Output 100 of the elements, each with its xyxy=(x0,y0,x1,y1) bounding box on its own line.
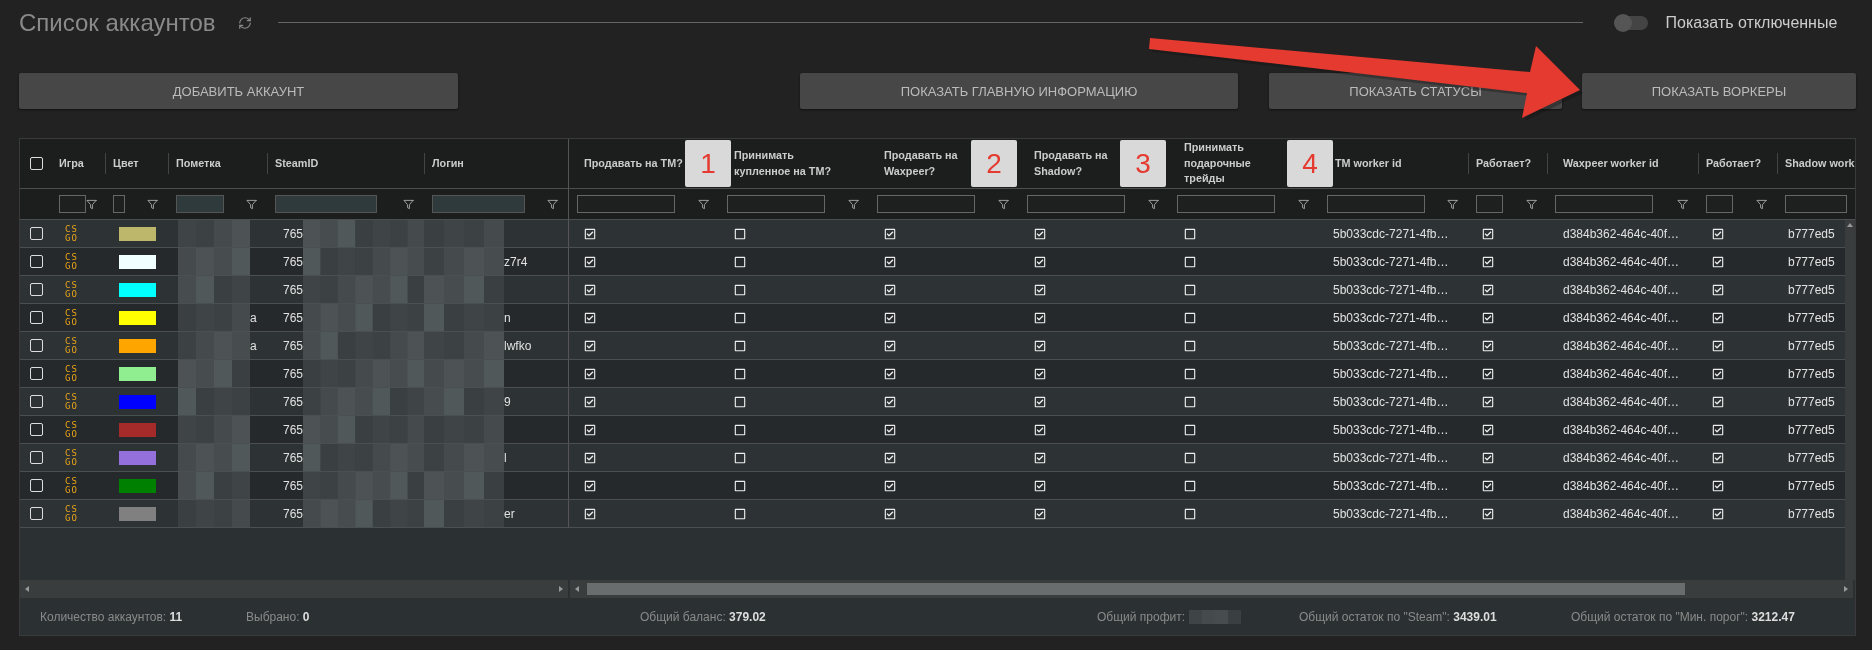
action-button[interactable]: ПОКАЗАТЬ ВОРКЕРЫ xyxy=(1582,73,1856,109)
checked-icon[interactable] xyxy=(884,227,896,240)
checked-icon[interactable] xyxy=(1712,507,1724,520)
checked-icon[interactable] xyxy=(584,367,596,380)
unchecked-icon[interactable] xyxy=(1184,255,1196,268)
checked-icon[interactable] xyxy=(1712,311,1724,324)
unchecked-icon[interactable] xyxy=(734,227,746,240)
filter-icon[interactable] xyxy=(1447,198,1458,210)
checked-icon[interactable] xyxy=(1482,311,1494,324)
checked-icon[interactable] xyxy=(1034,395,1046,408)
checked-icon[interactable] xyxy=(584,255,596,268)
refresh-icon[interactable] xyxy=(237,15,252,30)
row-checkbox[interactable] xyxy=(30,227,43,240)
row-checkbox[interactable] xyxy=(30,367,43,380)
checked-icon[interactable] xyxy=(1034,339,1046,352)
row-checkbox[interactable] xyxy=(30,479,43,492)
checked-icon[interactable] xyxy=(1482,423,1494,436)
row-checkbox[interactable] xyxy=(30,451,43,464)
checked-icon[interactable] xyxy=(584,479,596,492)
checked-icon[interactable] xyxy=(1482,227,1494,240)
unchecked-icon[interactable] xyxy=(734,507,746,520)
select-all-checkbox[interactable] xyxy=(30,157,43,170)
unchecked-icon[interactable] xyxy=(734,479,746,492)
checked-icon[interactable] xyxy=(1482,339,1494,352)
filter-field[interactable] xyxy=(1177,195,1275,213)
checked-icon[interactable] xyxy=(584,311,596,324)
unchecked-icon[interactable] xyxy=(734,423,746,436)
checked-icon[interactable] xyxy=(1034,283,1046,296)
checked-icon[interactable] xyxy=(884,367,896,380)
column-header[interactable]: Waxpeer worker id xyxy=(1563,155,1659,172)
checked-icon[interactable] xyxy=(1034,311,1046,324)
checked-icon[interactable] xyxy=(1712,451,1724,464)
checked-icon[interactable] xyxy=(1482,283,1494,296)
filter-field[interactable] xyxy=(1706,195,1733,213)
unchecked-icon[interactable] xyxy=(1184,283,1196,296)
checked-icon[interactable] xyxy=(1482,479,1494,492)
filter-field[interactable] xyxy=(1476,195,1503,213)
unchecked-icon[interactable] xyxy=(1184,479,1196,492)
column-header[interactable]: Работает? xyxy=(1706,155,1762,172)
filter-field[interactable] xyxy=(727,195,825,213)
checked-icon[interactable] xyxy=(884,423,896,436)
checked-icon[interactable] xyxy=(1712,255,1724,268)
filter-field[interactable] xyxy=(1027,195,1125,213)
unchecked-icon[interactable] xyxy=(734,339,746,352)
checked-icon[interactable] xyxy=(1034,479,1046,492)
unchecked-icon[interactable] xyxy=(734,311,746,324)
vertical-scrollbar[interactable] xyxy=(1845,220,1855,580)
filter-icon[interactable] xyxy=(1677,198,1688,210)
row-checkbox[interactable] xyxy=(30,283,43,296)
checked-icon[interactable] xyxy=(584,423,596,436)
filter-icon[interactable] xyxy=(1148,198,1159,210)
filter-icon[interactable] xyxy=(1756,198,1767,210)
filter-icon[interactable] xyxy=(403,198,414,210)
column-header[interactable]: Пометка xyxy=(176,155,221,172)
unchecked-icon[interactable] xyxy=(1184,451,1196,464)
filter-field[interactable] xyxy=(877,195,975,213)
checked-icon[interactable] xyxy=(884,311,896,324)
unchecked-icon[interactable] xyxy=(1184,367,1196,380)
toggle-switch[interactable] xyxy=(1615,15,1648,30)
checked-icon[interactable] xyxy=(1712,479,1724,492)
checked-icon[interactable] xyxy=(884,507,896,520)
column-header[interactable]: Игра xyxy=(59,155,84,172)
checked-icon[interactable] xyxy=(1712,227,1724,240)
checked-icon[interactable] xyxy=(1482,367,1494,380)
unchecked-icon[interactable] xyxy=(1184,227,1196,240)
checked-icon[interactable] xyxy=(584,339,596,352)
checked-icon[interactable] xyxy=(884,395,896,408)
row-checkbox[interactable] xyxy=(30,339,43,352)
filter-icon[interactable] xyxy=(1298,198,1309,210)
unchecked-icon[interactable] xyxy=(1184,311,1196,324)
unchecked-icon[interactable] xyxy=(734,367,746,380)
filter-icon[interactable] xyxy=(246,198,257,210)
checked-icon[interactable] xyxy=(584,227,596,240)
filter-icon[interactable] xyxy=(848,198,859,210)
unchecked-icon[interactable] xyxy=(734,451,746,464)
checked-icon[interactable] xyxy=(584,451,596,464)
checked-icon[interactable] xyxy=(1034,227,1046,240)
filter-icon[interactable] xyxy=(547,198,558,210)
checked-icon[interactable] xyxy=(1712,367,1724,380)
column-header[interactable]: Цвет xyxy=(113,155,139,172)
unchecked-icon[interactable] xyxy=(1184,423,1196,436)
unchecked-icon[interactable] xyxy=(734,255,746,268)
action-button[interactable]: ДОБАВИТЬ АККАУНТ xyxy=(19,73,458,109)
action-button[interactable]: ПОКАЗАТЬ ГЛАВНУЮ ИНФОРМАЦИЮ xyxy=(800,73,1238,109)
checked-icon[interactable] xyxy=(1034,423,1046,436)
checked-icon[interactable] xyxy=(1034,255,1046,268)
row-checkbox[interactable] xyxy=(30,423,43,436)
filter-field[interactable] xyxy=(1555,195,1653,213)
checked-icon[interactable] xyxy=(1712,423,1724,436)
column-header[interactable]: TM worker id xyxy=(1335,155,1402,172)
row-checkbox[interactable] xyxy=(30,311,43,324)
filter-icon[interactable] xyxy=(86,198,97,210)
checked-icon[interactable] xyxy=(1034,507,1046,520)
column-header[interactable]: Продавать на TM? xyxy=(584,155,683,172)
row-checkbox[interactable] xyxy=(30,507,43,520)
unchecked-icon[interactable] xyxy=(1184,507,1196,520)
row-checkbox[interactable] xyxy=(30,255,43,268)
checked-icon[interactable] xyxy=(1482,507,1494,520)
unchecked-icon[interactable] xyxy=(1184,339,1196,352)
filter-field[interactable] xyxy=(1327,195,1425,213)
